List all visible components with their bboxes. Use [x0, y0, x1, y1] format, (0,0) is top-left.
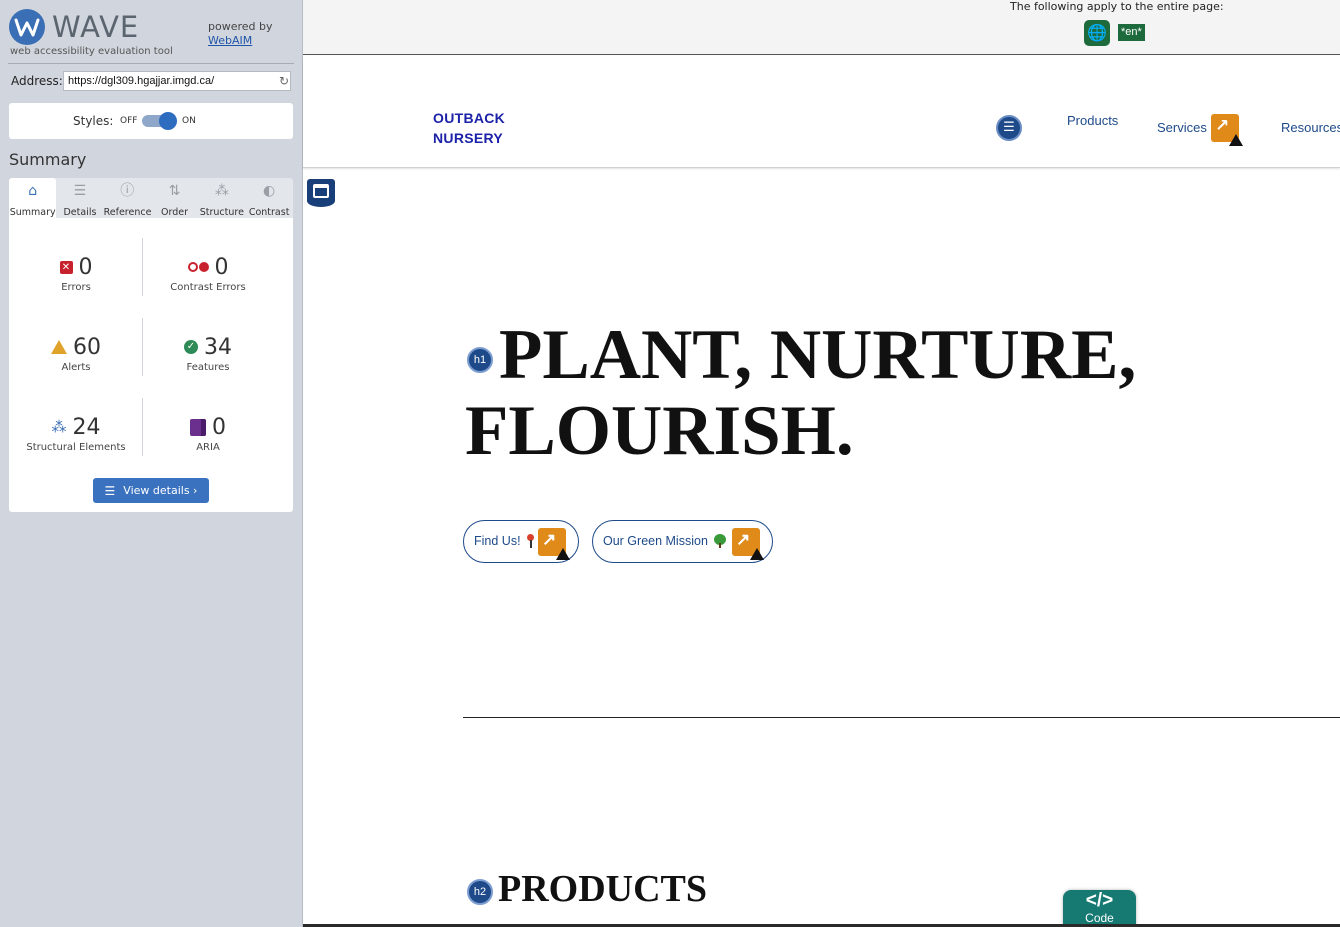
green-mission-label: Our Green Mission — [603, 534, 708, 548]
find-us-button[interactable]: Find Us! — [463, 520, 579, 563]
contrast-icon: ◐ — [263, 183, 276, 199]
alerts-label: Alerts — [61, 362, 91, 373]
page-level-bar: The following apply to the entire page: … — [303, 0, 1340, 55]
tab-contrast[interactable]: ◐ Contrast — [245, 178, 292, 218]
address-bar: Address: https://dgl309.hgajjar.imgd.ca/… — [11, 71, 293, 93]
warning-icon — [1229, 134, 1243, 146]
structural-count: 24 — [72, 414, 101, 440]
wave-logo-mark — [9, 9, 45, 45]
warning-icon — [556, 548, 570, 560]
main-landmark-icon[interactable] — [307, 179, 335, 207]
contrast-error-icon — [187, 262, 209, 272]
address-label: Address: — [11, 74, 63, 88]
h2-badge-icon[interactable]: h2 — [467, 879, 493, 905]
redundant-link-alert-icon[interactable] — [538, 528, 570, 560]
structure-icon: ⁂ — [51, 418, 67, 436]
aria-cube-icon — [190, 418, 206, 436]
wave-w-icon — [14, 18, 40, 37]
site-logo[interactable]: OUTBACK NURSERY — [433, 108, 505, 148]
tab-summary[interactable]: ⌂ Summary — [9, 178, 57, 219]
globe-icon[interactable]: 🌐 — [1084, 20, 1110, 46]
tab-label: Reference — [103, 207, 152, 218]
wave-tagline: web accessibility evaluation tool — [10, 46, 173, 57]
powered-by: powered by WebAIM — [208, 20, 273, 48]
redundant-link-alert-icon[interactable] — [1211, 114, 1243, 146]
tab-label: Structure — [199, 207, 244, 218]
wave-logo-text: WAVE — [52, 10, 140, 44]
tab-label: Contrast — [248, 207, 290, 218]
tab-label: Details — [63, 207, 97, 218]
contrast-errors-count: 0 — [214, 254, 229, 280]
wave-tabs: ⌂ Summary ☰ Details ⓘ Reference ⇅ Order … — [9, 178, 293, 219]
warning-icon — [750, 548, 764, 560]
contrast-errors-label: Contrast Errors — [170, 282, 246, 293]
nav-resources[interactable]: Resources — [1281, 120, 1340, 135]
view-details-button[interactable]: ☰ View details › — [93, 478, 209, 503]
styles-toggle-knob[interactable] — [159, 112, 177, 130]
stat-features[interactable]: ✓ 34 Features — [141, 334, 275, 373]
code-icon: </> — [1085, 890, 1114, 911]
error-icon: ✕ — [59, 260, 73, 274]
stat-alerts[interactable]: 60 Alerts — [9, 334, 143, 373]
stat-errors[interactable]: ✕ 0 Errors — [9, 254, 143, 293]
redundant-link-alert-icon[interactable] — [732, 528, 764, 560]
map-pin-icon — [526, 534, 534, 548]
list-icon: ☰ — [104, 483, 116, 498]
stat-structural[interactable]: ⁂ 24 Structural Elements — [9, 414, 143, 454]
powered-by-label: powered by — [208, 20, 273, 33]
aria-label: ARIA — [196, 442, 220, 453]
stat-aria[interactable]: 0 ARIA — [141, 414, 275, 453]
alerts-count: 60 — [73, 334, 101, 360]
home-icon: ⌂ — [28, 183, 38, 199]
find-us-label: Find Us! — [474, 534, 521, 548]
styles-toggle-panel: Styles: OFF ON — [9, 103, 293, 139]
errors-count: 0 — [78, 254, 93, 280]
code-toggle-button[interactable]: </> Code — [1063, 890, 1136, 927]
wave-logo[interactable]: WAVE web accessibility evaluation tool p… — [8, 6, 298, 62]
tab-reference[interactable]: ⓘ Reference — [103, 178, 152, 218]
tab-details[interactable]: ☰ Details — [56, 178, 103, 218]
styles-on-label: ON — [182, 116, 196, 126]
page-level-note: The following apply to the entire page: — [1010, 0, 1224, 13]
summary-panel: ✕ 0 Errors 0 Contrast Errors 60 Alerts ✓… — [9, 218, 293, 512]
aria-count: 0 — [212, 414, 226, 440]
site-header: OUTBACK NURSERY ☰ Products Services Reso… — [303, 56, 1340, 168]
styles-off-label: OFF — [120, 116, 138, 126]
features-label: Features — [186, 362, 230, 373]
tab-label: Order — [161, 207, 189, 218]
list-icon: ☰ — [73, 183, 87, 199]
nav-products[interactable]: Products — [1067, 113, 1118, 128]
unordered-list-icon[interactable]: ☰ — [996, 115, 1022, 141]
panel-title: Summary — [9, 150, 87, 169]
styles-label: Styles: — [73, 114, 114, 128]
code-label: Code — [1085, 911, 1114, 925]
feature-check-icon: ✓ — [184, 340, 198, 354]
tab-order[interactable]: ⇅ Order — [151, 178, 198, 218]
language-badge[interactable]: *en* — [1118, 24, 1145, 41]
section-divider — [463, 717, 1340, 718]
products-heading: PRODUCTS — [498, 868, 708, 910]
green-mission-button[interactable]: Our Green Mission — [592, 520, 773, 563]
info-icon: ⓘ — [120, 183, 135, 199]
order-icon: ⇅ — [168, 183, 181, 199]
tree-icon — [714, 534, 726, 548]
reload-icon[interactable]: ↻ — [279, 74, 289, 88]
stat-contrast-errors[interactable]: 0 Contrast Errors — [141, 254, 275, 294]
wave-sidebar: WAVE web accessibility evaluation tool p… — [0, 0, 303, 927]
brand-line-1: OUTBACK — [433, 110, 506, 126]
divider — [8, 63, 294, 64]
hero-heading: PLANT, NURTURE, FLOURISH. — [465, 316, 1137, 470]
address-input[interactable]: https://dgl309.hgajjar.imgd.ca/ — [63, 71, 291, 91]
brand-line-2: NURSERY — [433, 130, 504, 146]
webaim-link[interactable]: WebAIM — [208, 34, 252, 47]
alert-icon — [51, 340, 67, 354]
view-details-label: View details › — [123, 484, 198, 497]
features-count: 34 — [204, 334, 232, 360]
structural-label: Structural Elements — [26, 442, 126, 453]
nav-services[interactable]: Services — [1157, 120, 1207, 135]
tab-structure[interactable]: ⁂ Structure — [198, 178, 245, 218]
structure-icon: ⁂ — [214, 183, 229, 199]
errors-label: Errors — [61, 282, 91, 293]
